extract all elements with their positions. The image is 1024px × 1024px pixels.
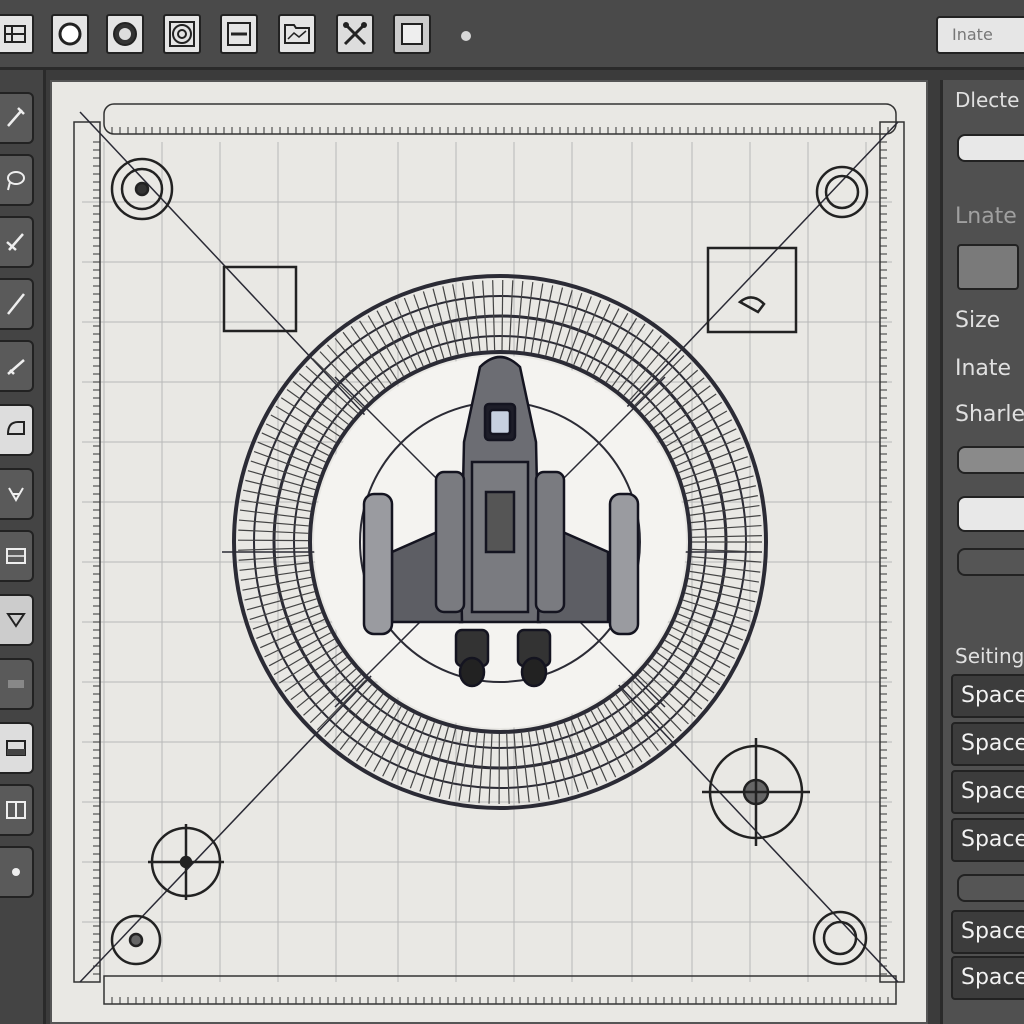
lasso-icon[interactable] <box>0 154 34 206</box>
circle-outline-icon[interactable] <box>51 14 89 54</box>
grid-pattern-icon[interactable] <box>0 530 34 582</box>
cross-tools-icon[interactable] <box>336 14 374 54</box>
target-circle-icon[interactable] <box>106 14 144 54</box>
settings-label: Seiting <box>955 644 1024 668</box>
properties-panel: Dlecte Lnate Size Inate Sharle Seiting S… <box>940 80 1024 1024</box>
panel-toggle-1[interactable] <box>957 134 1024 162</box>
top-toolbar: Inate <box>0 0 1024 70</box>
spiral-circle-icon[interactable] <box>163 14 201 54</box>
space-slider[interactable] <box>957 874 1024 902</box>
space-item-3[interactable]: Space <box>951 770 1024 814</box>
space-item-1[interactable]: Space <box>951 674 1024 718</box>
panel-label-faded: Lnate <box>955 204 1017 229</box>
texture-icon[interactable] <box>0 468 34 520</box>
wrench-icon[interactable] <box>0 92 34 144</box>
status-dot <box>461 31 471 41</box>
left-tool-strip <box>0 70 46 1024</box>
image-icon[interactable] <box>0 722 34 774</box>
fill-icon[interactable] <box>0 594 34 646</box>
panel-layout-icon[interactable] <box>220 14 258 54</box>
dot-icon[interactable] <box>0 846 34 898</box>
editor-app: Inate Dlecte Lnate Size Inate Sharle Sei… <box>0 0 1024 1024</box>
square-icon[interactable] <box>393 14 431 54</box>
shader-input[interactable] <box>957 496 1024 532</box>
size-label: Size <box>955 308 1001 333</box>
space-item-2[interactable]: Space <box>951 722 1024 766</box>
select-grid-icon[interactable] <box>0 14 34 54</box>
blueprint-drawing <box>73 103 905 1005</box>
drawing-canvas[interactable] <box>50 80 928 1024</box>
image-frame-icon[interactable] <box>278 14 316 54</box>
layer-icon[interactable] <box>0 658 34 710</box>
color-swatch[interactable] <box>957 244 1019 290</box>
frame-icon[interactable] <box>0 784 34 836</box>
shader-slider[interactable] <box>957 548 1024 576</box>
space-item-5[interactable]: Space <box>951 910 1024 954</box>
shader-label: Sharle <box>955 402 1024 427</box>
ruler-icon[interactable] <box>0 340 34 392</box>
space-item-4[interactable]: Space <box>951 818 1024 862</box>
toolbar-text-field[interactable]: Inate <box>936 16 1024 54</box>
pen-icon[interactable] <box>0 278 34 330</box>
inate-label: Inate <box>955 356 1012 381</box>
space-item-6[interactable]: Space <box>951 956 1024 1000</box>
shape-icon[interactable] <box>0 404 34 456</box>
panel-header: Dlecte <box>955 88 1020 112</box>
brush-icon[interactable] <box>0 216 34 268</box>
shader-toggle[interactable] <box>957 446 1024 474</box>
